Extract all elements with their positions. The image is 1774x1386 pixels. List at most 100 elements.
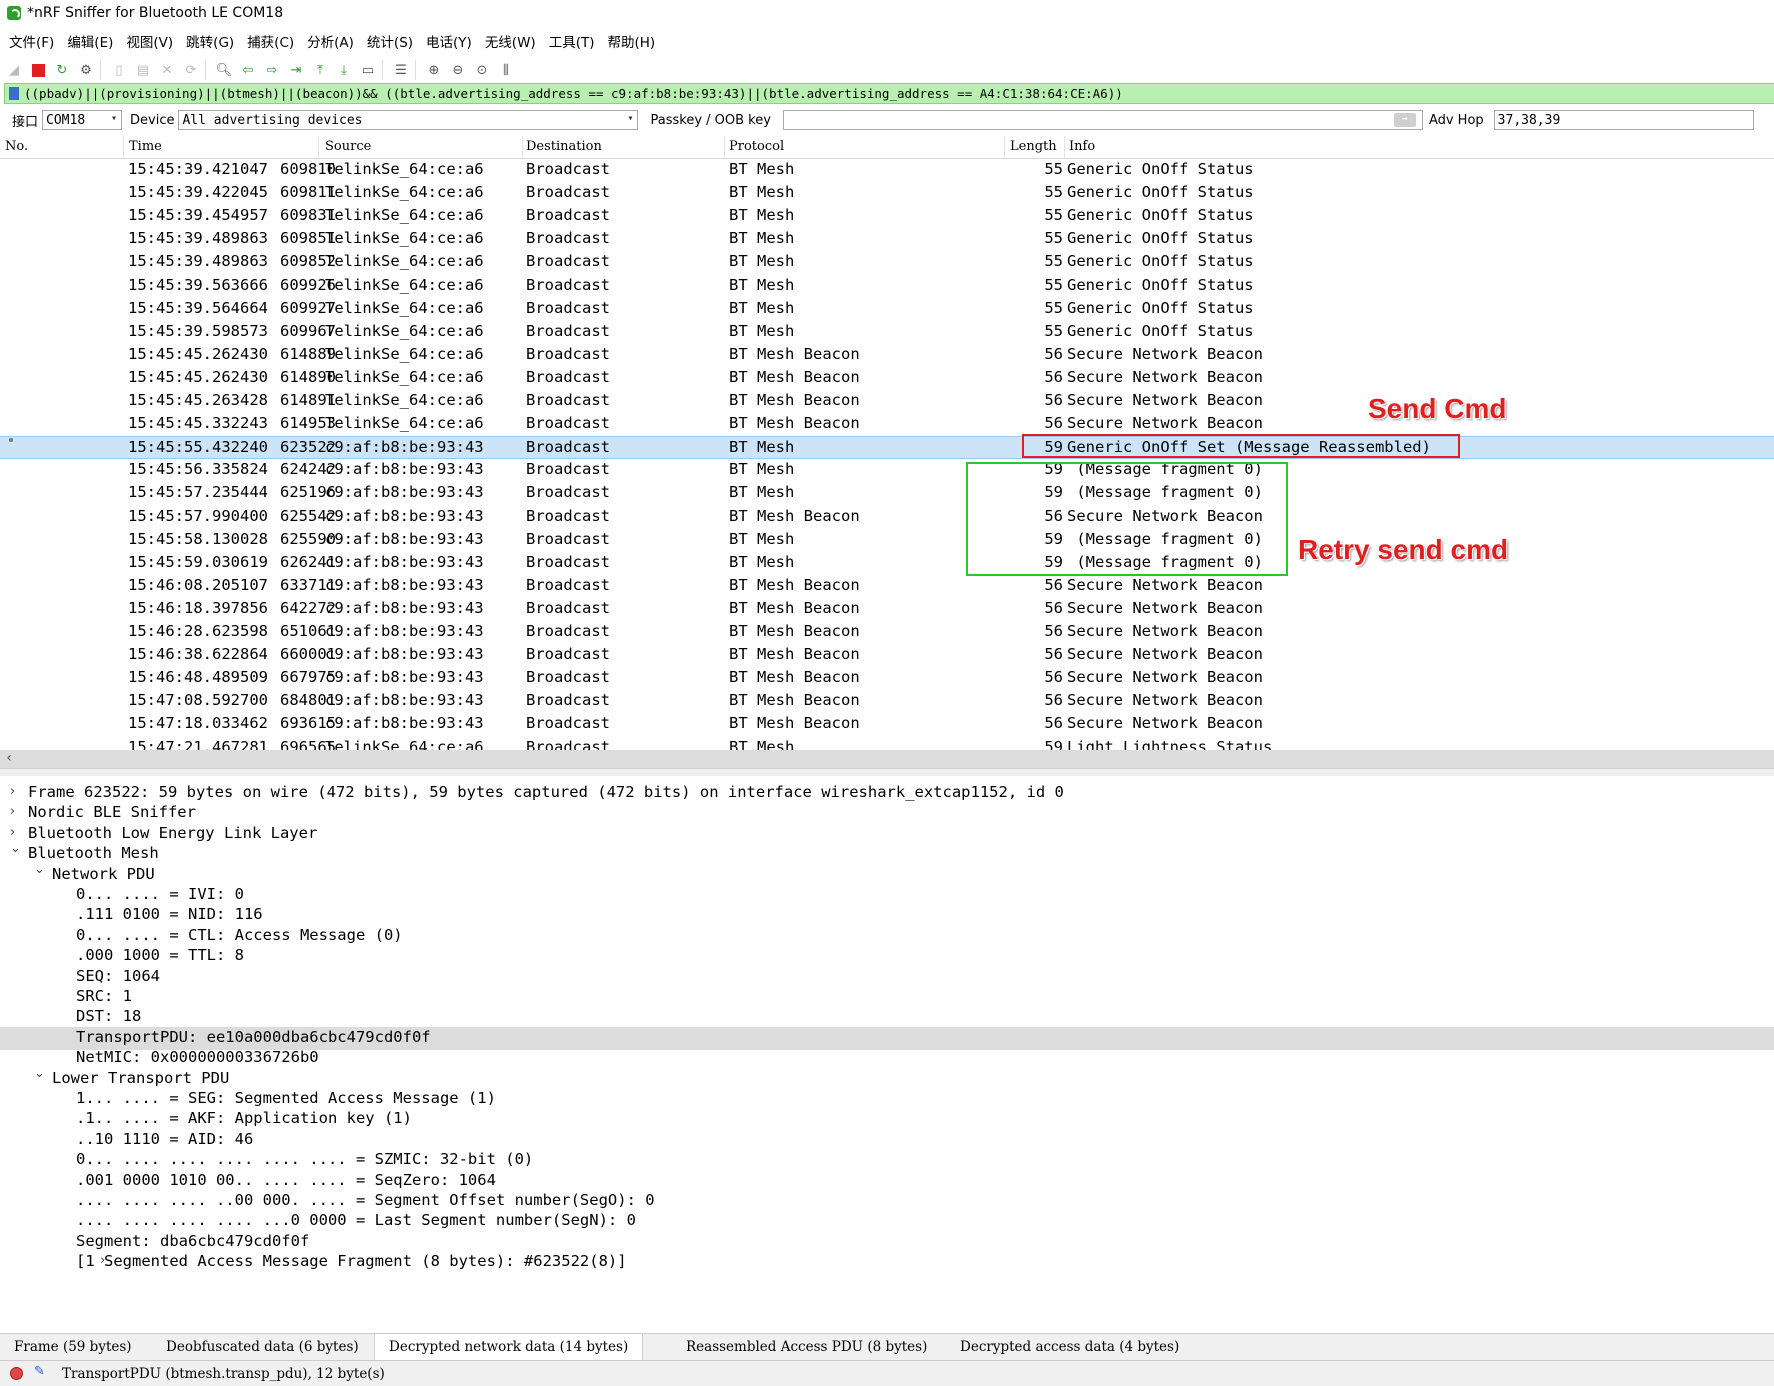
table-row[interactable]: 609927 15:45:39.564664 TelinkSe_64:ce:a6 Br… [0,298,1774,321]
reload-file-icon[interactable]: ⟳ [181,60,201,80]
send-cmd-highlight-box [1022,434,1460,458]
bytes-tab[interactable]: Frame (59 bytes) [14,1339,132,1355]
stop-capture-icon[interactable] [28,60,48,80]
resize-columns-icon[interactable]: ⫼ [496,60,516,80]
menu-item[interactable]: 捕获(C) [247,31,294,51]
table-row[interactable]: 684801 15:47:08.592700 c9:af:b8:be:93:43 Br… [0,690,1774,713]
cell-info: Light Lightness Status [1067,737,1273,751]
table-row[interactable]: 696565 15:47:21.467281 TelinkSe_64:ce:a6 Br… [0,737,1774,751]
table-row[interactable]: 667975 15:46:48.489509 c9:af:b8:be:93:43 Br… [0,667,1774,690]
table-row[interactable]: 614890 15:45:45.262430 TelinkSe_64:ce:a6 Br… [0,367,1774,390]
column-length[interactable]: Length [1010,139,1057,154]
scroll-left-icon[interactable]: ‹ [5,750,13,766]
menu-item[interactable]: 帮助(H) [607,31,655,51]
passkey-input[interactable]: ➡ [782,110,1423,130]
colorize-icon[interactable]: ☰ [391,60,411,80]
table-row[interactable]: 660001 15:46:38.622864 c9:af:b8:be:93:43 Br… [0,644,1774,667]
menu-item[interactable]: 跳转(G) [186,31,234,51]
menu-item[interactable]: 电话(Y) [426,31,472,51]
table-row[interactable]: 625542 15:45:57.990400 c9:af:b8:be:93:43 Br… [0,506,1774,529]
interface-value: COM18 [46,112,86,128]
table-row[interactable]: 614953 15:45:45.332243 TelinkSe_64:ce:a6 Br… [0,413,1774,436]
bytes-tab[interactable]: Decrypted access data (4 bytes) [960,1339,1179,1355]
table-row[interactable]: 651061 15:46:28.623598 c9:af:b8:be:93:43 Br… [0,621,1774,644]
zoom-out-icon[interactable]: ⊖ [448,60,468,80]
interface-select[interactable]: COM18 ▾ [42,110,123,130]
column-info[interactable]: Info [1069,139,1095,154]
column-divider[interactable] [123,136,124,158]
table-row[interactable]: 609926 15:45:39.563666 TelinkSe_64:ce:a6 Br… [0,275,1774,298]
column-divider[interactable] [1064,136,1065,158]
table-row-selected[interactable]: 623522 15:45:55.432240 c9:af:b8:be:93:43 Br… [0,436,1774,460]
restart-capture-icon[interactable]: ↻ [52,60,72,80]
edit-comment-icon[interactable]: ✎ [34,1364,45,1379]
table-row[interactable]: 609851 15:45:39.489863 TelinkSe_64:ce:a6 Br… [0,228,1774,251]
packet-list-hscrollbar[interactable]: ‹ [0,750,1774,768]
column-time[interactable]: Time [129,139,162,154]
go-last-icon[interactable]: ⤓ [334,60,354,80]
open-file-icon[interactable]: ▯ [109,60,129,80]
bookmark-icon[interactable] [9,87,19,100]
table-row[interactable]: 633711 15:46:08.205107 c9:af:b8:be:93:43 Br… [0,575,1774,598]
chevron-down-icon[interactable]: ⌄ [34,1066,45,1081]
go-to-packet-icon[interactable]: ⇥ [286,60,306,80]
table-row[interactable]: 614889 15:45:45.262430 TelinkSe_64:ce:a6 Br… [0,344,1774,367]
menu-item[interactable]: 工具(T) [549,31,595,51]
table-row[interactable]: 625196 15:45:57.235444 c9:af:b8:be:93:43 Br… [0,482,1774,505]
packet-list[interactable]: No. Time Source Destination Protocol Len… [0,136,1774,750]
chevron-right-icon[interactable]: › [10,825,15,840]
column-source[interactable]: Source [325,139,371,154]
bytes-tab[interactable]: Deobfuscated data (6 bytes) [166,1339,359,1355]
go-forward-icon[interactable]: ⇨ [262,60,282,80]
chevron-right-icon[interactable]: › [10,804,15,819]
table-row[interactable]: 609967 15:45:39.598573 TelinkSe_64:ce:a6 Br… [0,321,1774,344]
table-row[interactable]: 614891 15:45:45.263428 TelinkSe_64:ce:a6 Br… [0,390,1774,413]
column-destination[interactable]: Destination [526,139,602,154]
go-back-icon[interactable]: ⇦ [238,60,258,80]
bytes-tab-active[interactable]: Decrypted network data (14 bytes) [374,1334,644,1360]
expert-info-led-icon[interactable] [10,1367,23,1380]
apply-arrow-icon[interactable]: ➡ [1393,113,1416,127]
chevron-down-icon[interactable]: ⌄ [34,862,45,877]
menu-item[interactable]: 文件(F) [9,31,54,51]
table-row[interactable]: 609810 15:45:39.421047 TelinkSe_64:ce:a6 Br… [0,159,1774,182]
zoom-in-icon[interactable]: ⊕ [424,60,444,80]
column-divider[interactable] [724,136,725,158]
menu-item[interactable]: 分析(A) [307,31,354,51]
column-divider[interactable] [522,136,523,158]
autoscroll-icon[interactable]: ▭ [358,60,378,80]
cell-protocol: BT Mesh [729,206,795,225]
menu-item[interactable]: 编辑(E) [67,31,113,51]
table-row[interactable]: 609811 15:45:39.422045 TelinkSe_64:ce:a6 Br… [0,182,1774,205]
menu-item[interactable]: 视图(V) [126,31,173,51]
adv-hop-input[interactable]: 37,38,39 [1493,110,1754,130]
bytes-tab[interactable]: Reassembled Access PDU (8 bytes) [686,1339,927,1355]
capture-options-icon[interactable]: ⚙ [76,60,96,80]
device-select[interactable]: All advertising devices ▾ [178,110,639,130]
column-divider[interactable] [318,136,319,158]
display-filter-bar[interactable]: ((pbadv)||(provisioning)||(btmesh)||(bea… [4,83,1774,104]
menu-item[interactable]: 统计(S) [367,31,413,51]
display-filter-input[interactable]: ((pbadv)||(provisioning)||(btmesh)||(bea… [24,86,1123,101]
detail-tree-item[interactable]: › [1 Segmented Access Message Fragment (8… [0,1251,1774,1274]
zoom-normal-icon[interactable]: ⊙ [472,60,492,80]
chevron-down-icon[interactable]: ⌄ [10,841,21,856]
find-packet-icon[interactable]: 🔍︎ [214,60,234,80]
chevron-right-icon[interactable]: › [10,784,15,799]
table-row[interactable]: 609831 15:45:39.454957 TelinkSe_64:ce:a6 Br… [0,205,1774,228]
detail-tree-item-text: Frame 623522: 59 bytes on wire (472 bits… [28,783,1064,801]
table-row[interactable]: 642272 15:46:18.397856 c9:af:b8:be:93:43 Br… [0,598,1774,621]
table-row[interactable]: 609852 15:45:39.489863 TelinkSe_64:ce:a6 Br… [0,251,1774,274]
go-first-icon[interactable]: ⤒ [310,60,330,80]
packet-details[interactable]: › Frame 623522: 59 bytes on wire (472 bit… [0,775,1774,1332]
column-protocol[interactable]: Protocol [729,139,784,154]
save-file-icon[interactable]: ▤ [133,60,153,80]
cell-time: 15:45:58.130028 [128,529,268,548]
close-file-icon[interactable]: ✕ [157,60,177,80]
column-no[interactable]: No. [5,139,28,154]
column-divider[interactable] [1004,136,1005,158]
menu-item[interactable]: 无线(W) [485,31,536,51]
table-row[interactable]: 693615 15:47:18.033462 c9:af:b8:be:93:43 Br… [0,713,1774,736]
table-row[interactable]: 624242 15:45:56.335824 c9:af:b8:be:93:43 Br… [0,459,1774,482]
shark-fin-start-icon[interactable]: ◢ [4,60,24,80]
